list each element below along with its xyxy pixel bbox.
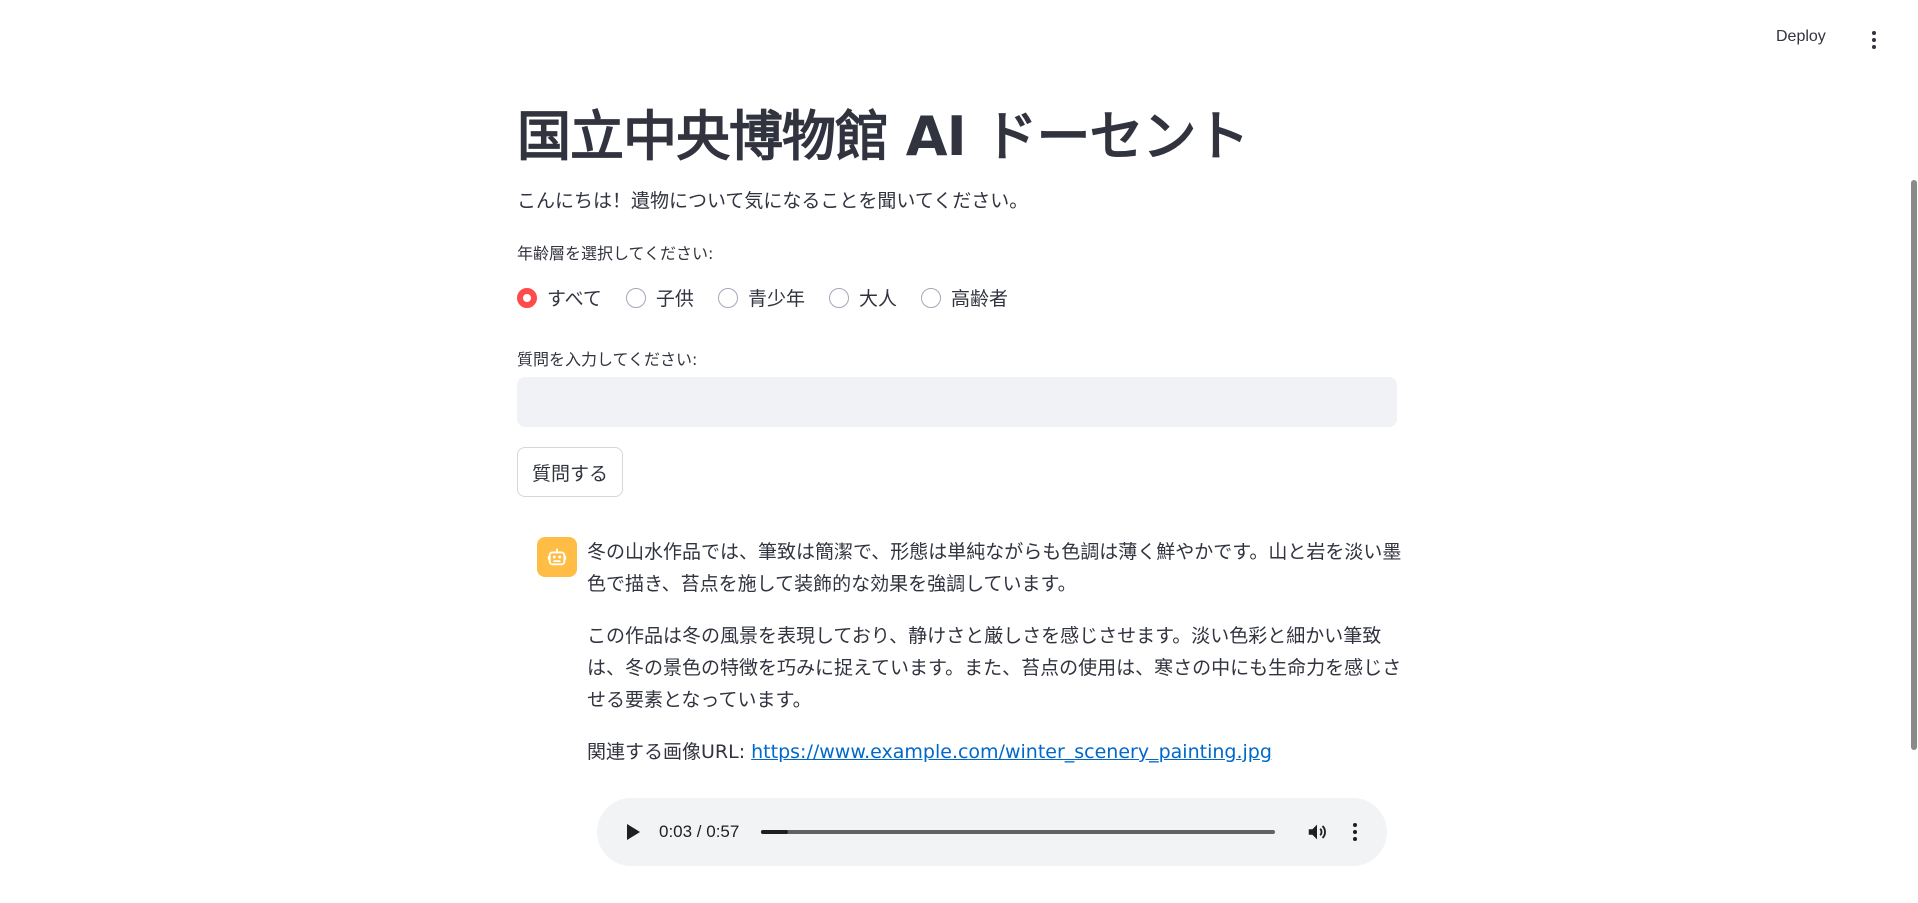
message-paragraph: 冬の山水作品では、筆致は簡潔で、形態は単純ながらも色調は薄く鮮やかです。山と岩を… bbox=[587, 541, 1402, 595]
audio-progress-bar[interactable] bbox=[761, 830, 1276, 834]
radio-option-adult[interactable]: 大人 bbox=[828, 284, 897, 311]
deploy-button[interactable]: Deploy bbox=[1776, 28, 1826, 46]
radio-circle-icon[interactable] bbox=[717, 287, 738, 308]
radio-circle-icon[interactable] bbox=[828, 287, 849, 308]
question-input[interactable] bbox=[517, 377, 1397, 427]
question-label: 質問を入力してください: bbox=[517, 350, 698, 369]
radio-label: 青少年 bbox=[747, 288, 805, 310]
audio-player: 0:03 / 0:57 bbox=[597, 798, 1387, 866]
age-group-radio-group: すべて 子供 青少年 大人 高齢者 bbox=[517, 284, 1032, 311]
image-url-link[interactable]: https://www.example.com/winter_scenery_p… bbox=[751, 741, 1272, 763]
audio-progress-fill bbox=[761, 830, 789, 834]
radio-circle-icon[interactable] bbox=[625, 287, 646, 308]
greeting-text: こんにちは！遺物について気になることを聞いてください。 bbox=[517, 190, 1029, 212]
play-icon[interactable] bbox=[621, 820, 645, 844]
radio-circle-icon[interactable] bbox=[920, 287, 941, 308]
radio-label: 高齢者 bbox=[950, 288, 1008, 310]
radio-option-senior[interactable]: 高齢者 bbox=[920, 284, 1008, 311]
page-title: 国立中央博物館 AI ドーセント bbox=[517, 105, 1249, 168]
radio-option-child[interactable]: 子供 bbox=[625, 284, 694, 311]
scrollbar-thumb[interactable] bbox=[1911, 180, 1917, 750]
age-group-label: 年齢層を選択してください: bbox=[517, 244, 714, 263]
radio-option-youth[interactable]: 青少年 bbox=[717, 284, 805, 311]
message-paragraph: この作品は冬の風景を表現しており、静けさと厳しさを感じさせます。淡い色彩と細かい… bbox=[587, 625, 1402, 711]
radio-label: 子供 bbox=[655, 288, 694, 310]
radio-option-all[interactable]: すべて bbox=[517, 284, 602, 311]
radio-label: 大人 bbox=[858, 288, 897, 310]
top-bar: Deploy bbox=[0, 0, 1918, 80]
url-prefix: 関連する画像URL: bbox=[587, 741, 752, 763]
volume-icon[interactable] bbox=[1305, 820, 1329, 844]
more-options-icon[interactable] bbox=[1345, 820, 1365, 844]
kebab-menu-icon[interactable] bbox=[1864, 28, 1884, 52]
related-image-line: 関連する画像URL: https://www.example.com/winte… bbox=[587, 736, 1402, 768]
audio-time: 0:03 / 0:57 bbox=[659, 822, 740, 841]
ask-button[interactable]: 質問する bbox=[517, 447, 624, 497]
radio-circle-icon[interactable] bbox=[517, 287, 537, 308]
assistant-message: 冬の山水作品では、筆致は簡潔で、形態は単純ながらも色調は薄く鮮やかです。山と岩を… bbox=[587, 536, 1402, 788]
radio-label: すべて bbox=[547, 288, 602, 310]
robot-icon bbox=[537, 537, 577, 577]
